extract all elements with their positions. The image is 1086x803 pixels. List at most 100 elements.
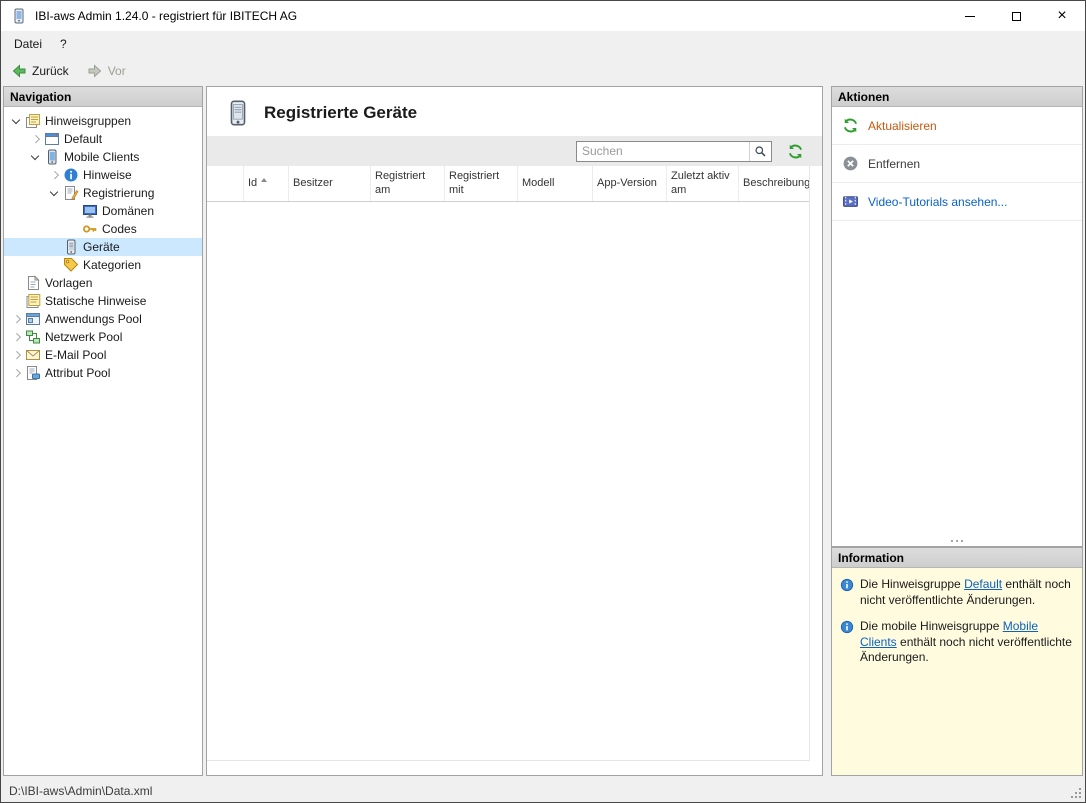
search-icon bbox=[754, 145, 767, 158]
expand-chevron[interactable] bbox=[46, 167, 63, 184]
column-header-registriert-am[interactable]: Registriert am bbox=[371, 166, 445, 201]
column-header-app-version[interactable]: App-Version bbox=[593, 166, 667, 201]
expand-chevron[interactable] bbox=[8, 311, 25, 328]
actions-list: Aktualisieren Entfernen Video-Tutorials … bbox=[832, 107, 1082, 535]
statusbar: D:\IBI-aws\Admin\Data.xml bbox=[1, 779, 1085, 802]
tree-item-statische-hinweise[interactable]: Statische Hinweise bbox=[4, 292, 202, 310]
expand-chevron[interactable] bbox=[8, 293, 25, 310]
tree-item-e-mail-pool[interactable]: E-Mail Pool bbox=[4, 346, 202, 364]
maximize-button[interactable] bbox=[993, 1, 1039, 31]
tree-item-default[interactable]: Default bbox=[4, 130, 202, 148]
categories-icon bbox=[63, 257, 79, 273]
expand-chevron[interactable] bbox=[65, 203, 82, 220]
table-header: Id Besitzer Registriert am Registriert m… bbox=[207, 166, 809, 202]
tree-item-ger-te[interactable]: Geräte bbox=[4, 238, 202, 256]
expand-chevron[interactable] bbox=[8, 365, 25, 382]
refresh-button[interactable] bbox=[785, 141, 805, 161]
column-header-id[interactable]: Id bbox=[244, 166, 289, 201]
tree-item-registrierung[interactable]: Registrierung bbox=[4, 184, 202, 202]
tree-item-codes[interactable]: Codes bbox=[4, 220, 202, 238]
appwindow-icon bbox=[25, 311, 41, 327]
remove-icon bbox=[842, 155, 859, 172]
main-panel: Registrierte Geräte Id Besitzer bbox=[206, 86, 823, 776]
tree-item-attribut-pool[interactable]: Attribut Pool bbox=[4, 364, 202, 382]
expand-chevron[interactable] bbox=[46, 185, 63, 202]
tree-item-hinweise[interactable]: Hinweise bbox=[4, 166, 202, 184]
column-header-beschreibung[interactable]: Beschreibung bbox=[739, 166, 809, 201]
menu-item[interactable]: ? bbox=[51, 33, 76, 55]
row-header-gutter bbox=[207, 166, 244, 201]
menubar: Datei? bbox=[1, 31, 1085, 57]
hint-icon bbox=[63, 167, 79, 183]
forward-icon bbox=[87, 63, 103, 79]
tree-item-mobile-clients[interactable]: Mobile Clients bbox=[4, 148, 202, 166]
panel-splitter[interactable] bbox=[832, 535, 1082, 546]
information-panel: Information Die Hinweisgruppe Default en… bbox=[831, 547, 1083, 776]
tree-item-dom-nen[interactable]: Domänen bbox=[4, 202, 202, 220]
forward-button[interactable]: Vor bbox=[83, 61, 130, 81]
static-icon bbox=[25, 293, 41, 309]
window-controls: × bbox=[947, 1, 1085, 31]
tree-item-netzwerk-pool[interactable]: Netzwerk Pool bbox=[4, 328, 202, 346]
information-header: Information bbox=[832, 548, 1082, 568]
domain-icon bbox=[82, 203, 98, 219]
tree-item-anwendungs-pool[interactable]: Anwendungs Pool bbox=[4, 310, 202, 328]
column-header-registriert-mit[interactable]: Registriert mit bbox=[445, 166, 518, 201]
email-icon bbox=[25, 347, 41, 363]
tree-item-vorlagen[interactable]: Vorlagen bbox=[4, 274, 202, 292]
refresh-icon bbox=[787, 143, 804, 160]
minimize-button[interactable] bbox=[947, 1, 993, 31]
expand-chevron[interactable] bbox=[8, 347, 25, 364]
registered-devices-icon bbox=[225, 100, 251, 126]
refresh-icon bbox=[842, 117, 859, 134]
resize-grip[interactable] bbox=[1071, 788, 1081, 798]
navigation-tree: Hinweisgruppen Default Mobile Clients Hi… bbox=[4, 107, 202, 775]
minimize-icon bbox=[965, 15, 975, 17]
right-column: Aktionen Aktualisieren Entfernen Video-T… bbox=[831, 86, 1083, 776]
search-input[interactable] bbox=[577, 141, 749, 161]
groups-icon bbox=[25, 113, 41, 129]
navigation-header: Navigation bbox=[4, 87, 202, 107]
device-icon bbox=[63, 239, 79, 255]
navigation-panel: Navigation Hinweisgruppen Default Mobile… bbox=[3, 86, 203, 776]
app-window: IBI-aws Admin 1.24.0 - registriert für I… bbox=[0, 0, 1086, 803]
status-file-path: D:\IBI-aws\Admin\Data.xml bbox=[9, 783, 153, 798]
splitter-dots-icon bbox=[956, 539, 958, 542]
info-icon bbox=[840, 578, 854, 592]
key-icon bbox=[82, 221, 98, 237]
close-icon: × bbox=[1057, 7, 1067, 24]
forward-button-label: Vor bbox=[107, 63, 126, 78]
action-video-tutorials-ansehen[interactable]: Video-Tutorials ansehen... bbox=[832, 183, 1082, 221]
sort-asc-icon bbox=[261, 177, 268, 182]
expand-chevron[interactable] bbox=[27, 149, 44, 166]
toolbar: Zurück Vor bbox=[1, 57, 1085, 84]
actions-header: Aktionen bbox=[832, 87, 1082, 107]
app-icon bbox=[11, 8, 27, 24]
info-link[interactable]: Default bbox=[964, 577, 1002, 591]
action-aktualisieren[interactable]: Aktualisieren bbox=[832, 107, 1082, 145]
menu-item-datei[interactable]: Datei bbox=[5, 33, 51, 55]
expand-chevron[interactable] bbox=[46, 239, 63, 256]
column-header-besitzer[interactable]: Besitzer bbox=[289, 166, 371, 201]
registration-icon bbox=[63, 185, 79, 201]
expand-chevron[interactable] bbox=[46, 257, 63, 274]
info-text: Die Hinweisgruppe Default enthält noch n… bbox=[860, 577, 1071, 607]
search-toolbar bbox=[207, 136, 822, 166]
back-icon bbox=[11, 63, 27, 79]
expand-chevron[interactable] bbox=[27, 131, 44, 148]
close-button[interactable]: × bbox=[1039, 1, 1085, 31]
column-header-modell[interactable]: Modell bbox=[518, 166, 593, 201]
search-button[interactable] bbox=[749, 141, 771, 161]
expand-chevron[interactable] bbox=[8, 275, 25, 292]
back-button[interactable]: Zurück bbox=[7, 61, 73, 81]
action-entfernen[interactable]: Entfernen bbox=[832, 145, 1082, 183]
tree-item-hinweisgruppen[interactable]: Hinweisgruppen bbox=[4, 112, 202, 130]
expand-chevron[interactable] bbox=[65, 221, 82, 238]
page-title-row: Registrierte Geräte bbox=[207, 87, 822, 136]
expand-chevron[interactable] bbox=[8, 113, 25, 130]
network-icon bbox=[25, 329, 41, 345]
column-header-zuletzt-aktiv-am[interactable]: Zuletzt aktiv am bbox=[667, 166, 739, 201]
tree-item-kategorien[interactable]: Kategorien bbox=[4, 256, 202, 274]
expand-chevron[interactable] bbox=[8, 329, 25, 346]
mobile-icon bbox=[44, 149, 60, 165]
